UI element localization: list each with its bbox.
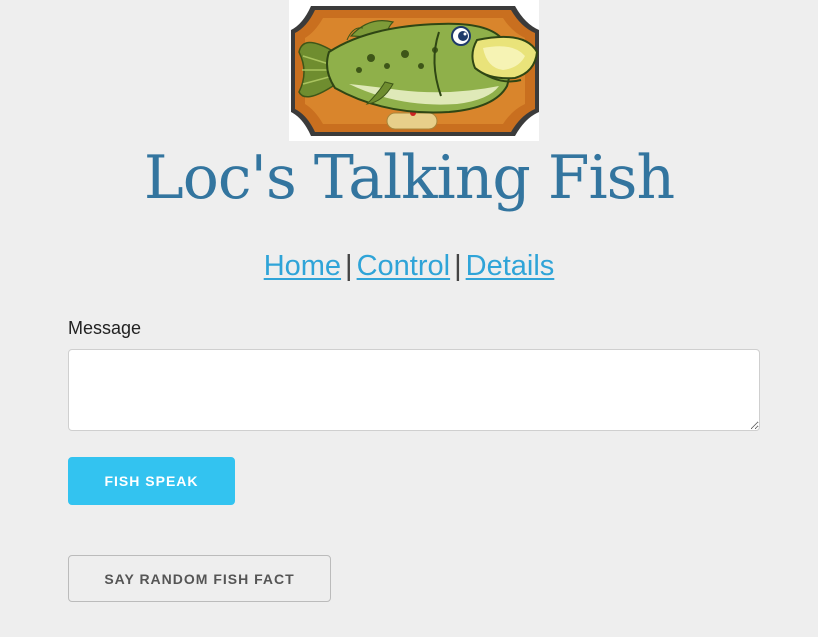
fish-speak-button[interactable]: FISH SPEAK (68, 457, 235, 505)
message-input[interactable] (68, 349, 760, 431)
nav-link-details[interactable]: Details (466, 250, 555, 282)
nav-separator: | (345, 250, 353, 282)
message-label: Message (68, 318, 142, 338)
logo-image (289, 0, 539, 141)
main-nav: Home | Control | Details (0, 246, 818, 286)
random-fish-fact-button[interactable]: SAY RANDOM FISH FACT (68, 555, 331, 602)
nav-separator: | (454, 250, 462, 282)
mounted-bass-fish-icon (291, 6, 539, 136)
nav-link-control[interactable]: Control (357, 250, 451, 282)
nav-link-home[interactable]: Home (264, 250, 341, 282)
page-title: Loc's Talking Fish (143, 143, 675, 213)
